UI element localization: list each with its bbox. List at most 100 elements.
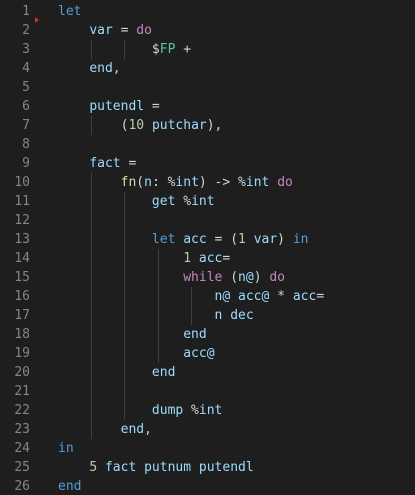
code-line[interactable]: 25 5 fact putnum putendl [0,458,415,477]
code-text: end [58,325,206,344]
line-number: 19 [14,346,30,361]
code-line[interactable]: 5 [0,78,415,97]
code-token: int [245,175,270,190]
code-line[interactable]: 23 end, [0,420,415,439]
code-token: end [58,479,82,494]
code-text: while (n@) do [58,268,285,287]
code-line[interactable]: 9 fact = [0,154,415,173]
code-line[interactable]: 18 end [0,325,415,344]
line-number: 12 [14,213,30,228]
code-line[interactable]: 24 in [0,439,415,458]
code-token: ) [253,270,270,285]
code-text: $FP + [58,40,191,59]
code-token: fact [89,156,121,171]
code-text: n@ acc@ * acc= [58,287,325,306]
code-token: = [144,99,160,114]
code-line[interactable]: 1 let [0,2,415,21]
code-token: : % [151,175,176,190]
code-token: 1 [238,232,246,247]
code-token: end [151,365,176,380]
code-line[interactable]: 12 [0,211,415,230]
code-token: FP [159,42,176,57]
code-text: fact = [58,154,136,173]
code-line[interactable]: 10 fn(n: %int) -> %int do [0,173,415,192]
code-token: var [253,232,278,247]
line-number: 7 [22,118,30,133]
code-line[interactable]: 11 get %int [0,192,415,211]
line-number: 22 [14,403,30,418]
code-text: end, [58,420,152,439]
code-token: acc@ [183,346,215,361]
line-number: 20 [14,365,30,380]
line-number: 26 [14,479,30,494]
code-token: dec [230,308,254,323]
code-line[interactable]: 4 end, [0,59,415,78]
code-token: = ( [206,232,239,247]
code-token: ) -> % [198,175,246,190]
code-line[interactable]: 19 acc@ [0,344,415,363]
code-line[interactable]: 22 dump %int [0,401,415,420]
code-line[interactable]: 6 putendl = [0,97,415,116]
code-token: n@ [238,270,254,285]
code-text: n dec [58,306,254,325]
code-line[interactable]: 7 (10 putchar), [0,116,415,135]
code-text: 5 fact putnum putendl [58,458,253,477]
code-token: ( [136,175,145,190]
code-line[interactable]: 14 1 acc= [0,249,415,268]
code-line[interactable]: 17 n dec [0,306,415,325]
code-text: var = do [58,21,152,40]
line-number: 21 [14,384,30,399]
code-token: fn [120,175,137,190]
code-line[interactable]: 2 var = do [0,21,415,40]
code-text: putendl = [58,97,160,116]
code-token: do [269,270,285,285]
code-text: in [58,439,74,458]
code-line[interactable]: 8 [0,135,415,154]
code-text: end [58,477,81,495]
code-token: % [175,194,192,209]
line-number: 13 [14,232,30,247]
code-line[interactable]: 15 while (n@) do [0,268,415,287]
code-line[interactable]: 26 end [0,477,415,495]
code-token: end, [120,422,152,437]
code-editor[interactable]: 1 let 2 var = do 3 $FP +4 end, 5 6 putendl = 7… [0,0,415,495]
code-token: putchar [151,118,207,133]
line-number: 15 [14,270,30,285]
code-text: end, [58,59,121,78]
line-number: 16 [14,289,30,304]
line-number: 9 [22,156,30,171]
code-token: fact [104,460,137,475]
code-line[interactable]: 20 end [0,363,415,382]
code-token: let [58,4,82,19]
code-token: $ [151,42,160,57]
code-token: end, [89,61,121,76]
code-line[interactable]: 21 [0,382,415,401]
code-token: acc [292,289,317,304]
code-token: do [136,23,152,38]
code-token: int [198,403,223,418]
line-number: 25 [14,460,30,475]
code-token: var [89,23,113,38]
code-line[interactable]: 16 n@ acc@ * acc= [0,287,415,306]
code-line[interactable]: 3 $FP + [0,40,415,59]
code-text: end [58,363,175,382]
code-line[interactable]: 13 let acc = (1 var) in [0,230,415,249]
line-number: 18 [14,327,30,342]
line-number: 11 [14,194,30,209]
